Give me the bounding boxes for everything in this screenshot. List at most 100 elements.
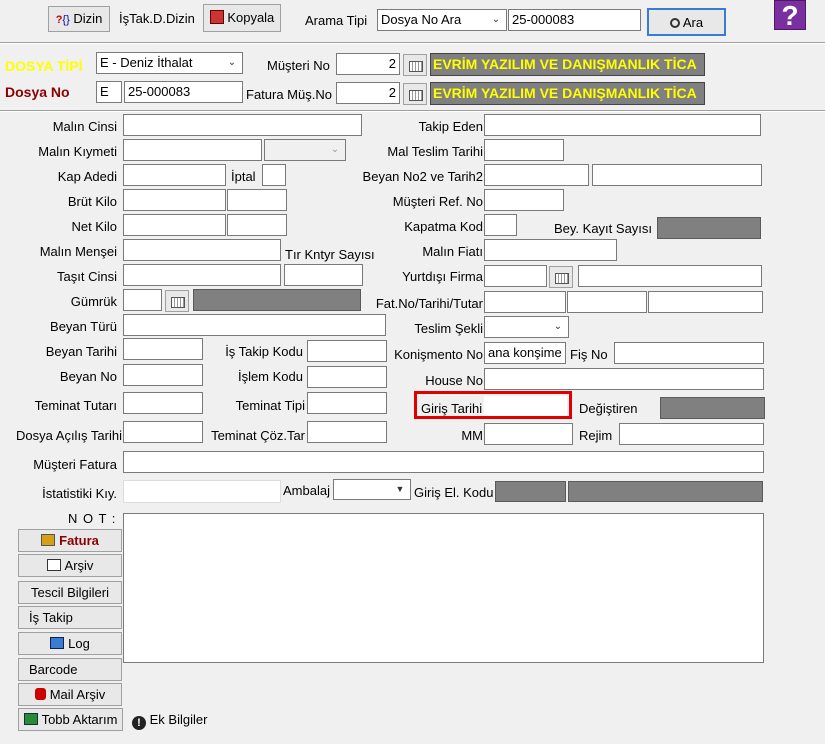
beyan-tarihi-input[interactable] — [123, 338, 203, 360]
dosya-tipi-select[interactable]: E - Deniz İthalat ⌄ — [96, 52, 243, 74]
musteri-no-input[interactable]: 2 — [336, 53, 400, 75]
fatura-mus-label: Fatura Müş.No — [246, 87, 332, 102]
chevron-down-icon: ⌄ — [553, 321, 563, 332]
invoice-icon — [41, 534, 56, 546]
dosya-no-prefix[interactable]: E — [96, 81, 122, 103]
log-icon — [50, 637, 65, 649]
bracket-icon: {} — [62, 14, 70, 26]
brut-kilo-2-input[interactable] — [227, 189, 287, 211]
dosya-no-label: Dosya No — [5, 84, 70, 100]
fat-no-input[interactable] — [484, 291, 566, 313]
beyan-no2-input[interactable] — [484, 164, 589, 186]
brut-kilo-input[interactable] — [123, 189, 226, 211]
fatura-mus-name: EVRİM YAZILIM VE DANIŞMANLIK TİCA — [430, 82, 705, 105]
malin-mensei-input[interactable] — [123, 239, 281, 261]
rejim-input[interactable] — [619, 423, 764, 445]
fatura-button[interactable]: Fatura — [18, 529, 122, 552]
musteri-fatura-input[interactable] — [123, 451, 764, 473]
istatistiki-label: İstatistiki Kıy. — [42, 486, 117, 501]
log-button[interactable]: Log — [18, 632, 122, 655]
not-label: N O T : — [68, 511, 117, 526]
gumruk-input[interactable] — [123, 289, 162, 311]
calendar-icon[interactable] — [549, 266, 573, 288]
teslim-sekli-select[interactable]: ⌄ — [484, 316, 569, 338]
calendar-icon[interactable] — [403, 83, 427, 105]
arama-tipi-label: Arama Tipi — [305, 13, 368, 28]
fis-no-input[interactable] — [614, 342, 764, 364]
mail-arsiv-button[interactable]: Mail Arşiv — [18, 683, 122, 706]
separator — [0, 42, 825, 44]
malin-fiati-input[interactable] — [484, 239, 617, 261]
separator — [0, 110, 825, 112]
yurtdisi-firma-name-input[interactable] — [578, 265, 762, 287]
arama-input[interactable]: 25-000083 — [508, 9, 641, 31]
ek-bilgiler-button[interactable]: ! Ek Bilgiler — [132, 712, 207, 730]
ambalaj-select[interactable]: ▼ — [333, 479, 411, 500]
istak-label[interactable]: İşTak.D.Dizin — [119, 11, 195, 27]
istatistiki-input[interactable] — [123, 480, 281, 503]
barcode-label: Barcode — [29, 662, 78, 677]
fat-tutar-input[interactable] — [648, 291, 763, 313]
konsimento-no-input[interactable]: ana konşime — [484, 342, 566, 364]
malin-kiymeti-input[interactable] — [123, 139, 262, 161]
not-textarea[interactable] — [123, 513, 764, 663]
beyan-tarih2-input[interactable] — [592, 164, 762, 186]
mail-arsiv-label: Mail Arşiv — [49, 687, 106, 702]
musteri-fatura-label: Müşteri Fatura — [33, 457, 117, 472]
fat-tarihi-input[interactable] — [567, 291, 647, 313]
musteri-ref-input[interactable] — [484, 189, 564, 211]
musteri-ref-label: Müşteri Ref. No — [392, 194, 483, 209]
iptal-input[interactable] — [262, 164, 286, 186]
mal-teslim-label: Mal Teslim Tarihi — [387, 144, 483, 159]
teminat-tipi-input[interactable] — [307, 392, 387, 414]
dosya-no-input[interactable]: 25-000083 — [124, 81, 243, 103]
islem-kodu-label: İşlem Kodu — [237, 369, 303, 384]
teminat-coz-input[interactable] — [307, 421, 387, 443]
net-kilo-2-input[interactable] — [227, 214, 287, 236]
dosya-acilis-input[interactable] — [123, 421, 203, 443]
chevron-down-icon: ⌄ — [491, 14, 501, 25]
tobb-icon — [23, 713, 38, 725]
help-icon[interactable]: ? — [774, 0, 806, 31]
ara-button[interactable]: Ara — [647, 8, 726, 36]
dosya-acilis-label: Dosya Açılış Tarihi — [16, 428, 122, 443]
arama-tipi-select[interactable]: Dosya No Ara ⌄ — [377, 9, 507, 31]
dizin-button[interactable]: ?{} Dizin — [48, 6, 110, 32]
fatura-mus-input[interactable]: 2 — [336, 82, 400, 104]
takip-eden-input[interactable] — [484, 114, 761, 136]
net-kilo-input[interactable] — [123, 214, 226, 236]
giris-tarihi-input[interactable] — [484, 396, 567, 416]
calendar-icon[interactable] — [165, 290, 189, 312]
tescil-button[interactable]: Tescil Bilgileri — [18, 581, 122, 604]
beyan-turu-input[interactable] — [123, 314, 386, 336]
kopyala-button[interactable]: Kopyala — [203, 4, 281, 32]
kap-adedi-input[interactable] — [123, 164, 226, 186]
tobb-button[interactable]: Tobb Aktarım — [18, 708, 123, 731]
fat-no-label: Fat.No/Tarihi/Tutar — [375, 296, 483, 311]
mm-input[interactable] — [484, 423, 573, 445]
beyan-no-input[interactable] — [123, 364, 203, 386]
bey-kayit-label: Bey. Kayıt Sayısı — [554, 221, 653, 236]
brut-kilo-label: Brüt Kilo — [67, 194, 117, 209]
malin-cinsi-input[interactable] — [123, 114, 362, 136]
giris-el-kodu-label: Giriş El. Kodu — [414, 485, 494, 500]
teslim-sekli-label: Teslim Şekli — [414, 321, 483, 336]
calendar-icon[interactable] — [403, 54, 427, 76]
arsiv-button[interactable]: Arşiv — [18, 554, 122, 577]
house-no-input[interactable] — [484, 368, 764, 390]
kapatma-kod-input[interactable] — [484, 214, 517, 236]
archive-search-icon — [46, 559, 61, 571]
tasit-cinsi-input[interactable] — [123, 264, 281, 286]
barcode-button[interactable]: Barcode — [18, 658, 122, 681]
kapatma-kod-label: Kapatma Kod — [404, 219, 483, 234]
is-takip-button[interactable]: İş Takip — [18, 606, 122, 629]
doviz-select[interactable]: ⌄ — [264, 139, 346, 161]
degistiren-field — [660, 397, 765, 419]
giris-el-kodu-field — [495, 481, 566, 502]
tir-kntyr-input[interactable] — [284, 264, 363, 286]
dosya-tipi-label: DOSYA TİPİ — [5, 58, 83, 74]
giris-tarihi-label: Giriş Tarihi — [421, 401, 483, 416]
yurtdisi-firma-input[interactable] — [484, 265, 547, 287]
mal-teslim-input[interactable] — [484, 139, 564, 161]
teminat-tutari-input[interactable] — [123, 392, 203, 414]
